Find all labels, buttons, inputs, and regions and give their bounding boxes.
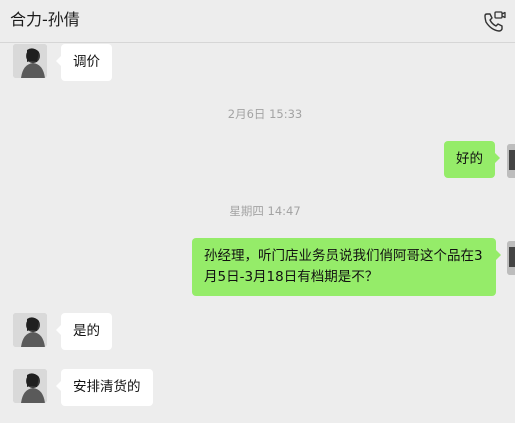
chat-title: 合力-孙倩 bbox=[10, 10, 80, 29]
user-avatar[interactable] bbox=[507, 241, 515, 275]
message-bubble-incoming[interactable]: 是的 bbox=[56, 313, 112, 350]
message-bubble-incoming[interactable]: 安排清货的 bbox=[56, 369, 153, 406]
message-timestamp: 2月6日 15:33 bbox=[227, 107, 303, 121]
message-bubble-outgoing[interactable]: 孙经理，听门店业务员说我们俏阿哥这个品在3月5日-3月18日有档期是不？ bbox=[192, 238, 501, 296]
message-bubble-outgoing[interactable]: 好的 bbox=[444, 141, 500, 178]
contact-avatar[interactable] bbox=[13, 313, 47, 347]
phone-call-icon[interactable] bbox=[482, 10, 506, 34]
contact-avatar[interactable] bbox=[13, 369, 47, 403]
chat-header: 合力-孙倩 bbox=[0, 0, 515, 43]
message-bubble-incoming[interactable]: 调价 bbox=[56, 44, 112, 81]
contact-avatar[interactable] bbox=[13, 44, 47, 78]
message-timestamp: 星期四 14:47 bbox=[229, 204, 301, 218]
user-avatar[interactable] bbox=[507, 144, 515, 178]
chat-window: 合力-孙倩 调价 2月6日 15:33 好的 星期四 14:47 孙经理，听门店… bbox=[0, 0, 515, 423]
